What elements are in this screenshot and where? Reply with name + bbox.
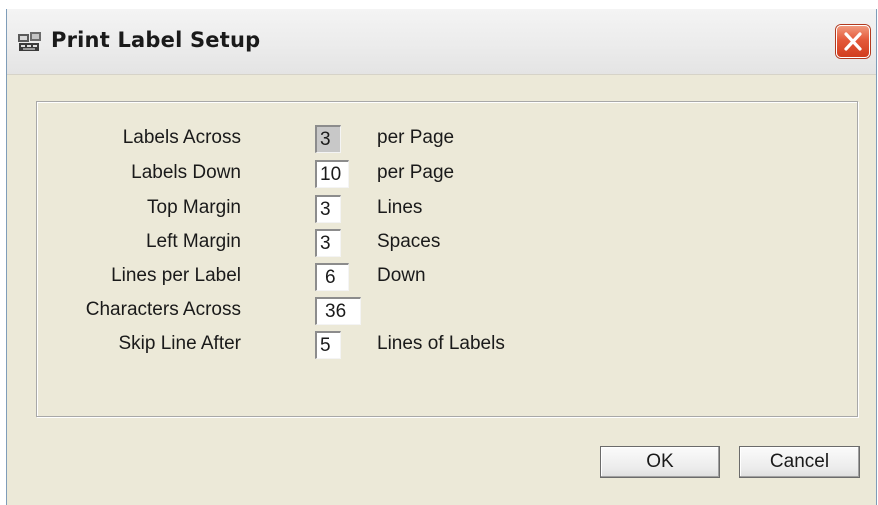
skip-line-after-unit: Lines of Labels bbox=[377, 333, 505, 354]
cancel-button[interactable]: Cancel bbox=[739, 446, 860, 478]
settings-group: Labels Across 3 per Page Labels Down 10 … bbox=[36, 101, 858, 417]
title-bar[interactable]: Print Label Setup bbox=[7, 9, 876, 75]
lines-per-label-unit: Down bbox=[377, 265, 426, 286]
characters-across-label: Characters Across bbox=[85, 299, 241, 320]
app-icon bbox=[17, 31, 43, 53]
close-button[interactable] bbox=[836, 25, 870, 58]
characters-across-input[interactable]: 36 bbox=[315, 297, 361, 325]
labels-down-label: Labels Down bbox=[131, 162, 241, 183]
skip-line-after-input[interactable]: 5 bbox=[315, 331, 341, 359]
ok-button[interactable]: OK bbox=[600, 446, 720, 478]
left-margin-input[interactable]: 3 bbox=[315, 229, 341, 257]
left-margin-label: Left Margin bbox=[145, 231, 241, 252]
labels-down-unit: per Page bbox=[377, 162, 455, 183]
dialog-window: Print Label Setup Labels Across 3 per Pa… bbox=[6, 9, 877, 505]
labels-down-input[interactable]: 10 bbox=[315, 160, 349, 188]
left-margin-unit: Spaces bbox=[377, 231, 441, 252]
top-margin-unit: Lines bbox=[377, 197, 423, 218]
lines-per-label-input[interactable]: 6 bbox=[315, 263, 349, 291]
top-margin-label: Top Margin bbox=[147, 197, 241, 218]
labels-across-label: Labels Across bbox=[122, 127, 241, 148]
skip-line-after-label: Skip Line After bbox=[118, 333, 241, 354]
close-icon bbox=[844, 32, 862, 51]
top-margin-input[interactable]: 3 bbox=[315, 195, 341, 223]
window-title: Print Label Setup bbox=[51, 28, 261, 52]
labels-across-input[interactable]: 3 bbox=[315, 125, 341, 153]
lines-per-label-label: Lines per Label bbox=[111, 265, 241, 286]
labels-across-unit: per Page bbox=[377, 127, 455, 148]
